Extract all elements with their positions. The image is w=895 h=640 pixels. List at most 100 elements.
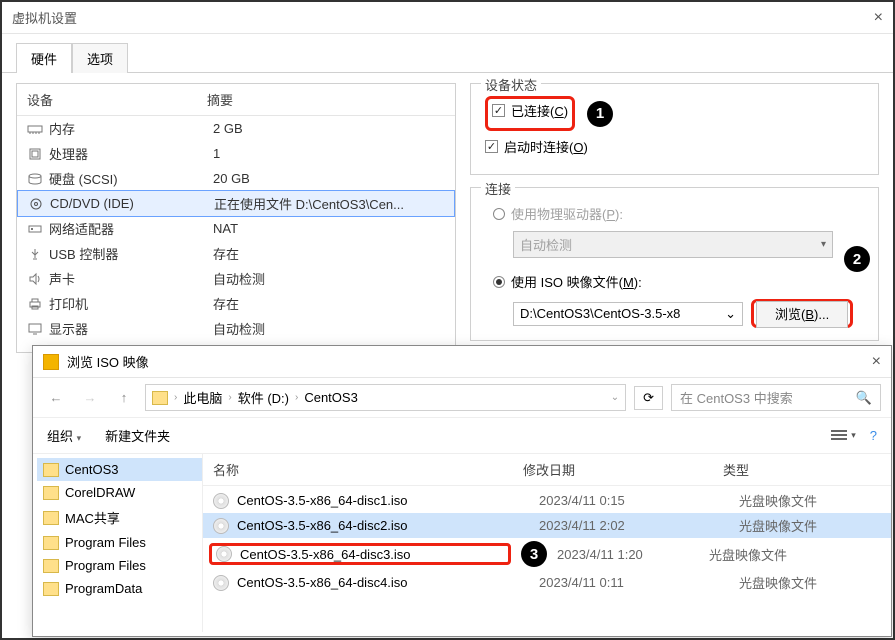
chevron-down-icon[interactable]: ⌄ <box>611 392 619 403</box>
file-name: CentOS-3.5-x86_64-disc4.iso <box>237 575 539 590</box>
folder-icon <box>43 463 59 477</box>
folder-icon <box>43 536 59 550</box>
connected-checkbox[interactable]: ✓ <box>492 104 505 117</box>
browse-button[interactable]: 浏览(B)... <box>756 301 848 328</box>
file-type: 光盘映像文件 <box>709 545 881 564</box>
chevron-down-icon: ▾ <box>821 239 826 250</box>
hardware-list-panel: 设备 摘要 内存 2 GB 处理器 1 硬盘 (SCSI) 20 GB CD/D… <box>16 83 456 353</box>
use-iso-radio[interactable] <box>493 276 505 288</box>
tree-item[interactable]: ProgramData <box>37 577 202 600</box>
iso-path-input[interactable]: D:\CentOS3\CentOS-3.5-x8 ⌄ <box>513 302 743 326</box>
disc-icon <box>213 493 229 509</box>
help-icon[interactable]: ? <box>870 428 877 443</box>
cd-icon <box>28 197 44 211</box>
hardware-row-memory[interactable]: 内存 2 GB <box>17 116 455 141</box>
file-row[interactable]: CentOS-3.5-x86_64-disc2.iso 2023/4/11 2:… <box>203 513 891 538</box>
file-dialog-title: 浏览 ISO 映像 <box>67 352 149 371</box>
nav-up-icon[interactable]: ↑ <box>111 385 137 411</box>
crumb-computer[interactable]: 此电脑 <box>183 388 222 407</box>
hardware-row-cddvd[interactable]: CD/DVD (IDE) 正在使用文件 D:\CentOS3\Cen... <box>17 190 455 217</box>
crumb-folder[interactable]: CentOS3 <box>304 390 357 405</box>
file-dialog-close-icon[interactable]: × <box>872 353 881 371</box>
use-physical-radio-row[interactable]: 使用物理驱动器(P): <box>493 204 864 223</box>
tab-hardware[interactable]: 硬件 <box>16 43 72 73</box>
tree-item[interactable]: MAC共享 <box>37 504 202 531</box>
file-dialog-nav: ← → ↑ › 此电脑 › 软件 (D:) › CentOS3 ⌄ ⟳ 在 Ce… <box>33 378 891 418</box>
tree-item[interactable]: Program Files <box>37 531 202 554</box>
disc-icon <box>216 546 232 562</box>
content: 设备 摘要 内存 2 GB 处理器 1 硬盘 (SCSI) 20 GB CD/D… <box>2 73 893 363</box>
tree-label: MAC共享 <box>65 508 120 527</box>
tree-label: CorelDRAW <box>65 485 135 500</box>
iso-row: D:\CentOS3\CentOS-3.5-x8 ⌄ 浏览(B)... <box>513 299 864 328</box>
tree-label: Program Files <box>65 558 146 573</box>
col-name-header[interactable]: 名称 <box>213 460 523 479</box>
header-device: 设备 <box>17 84 197 115</box>
chevron-down-icon[interactable]: ⌄ <box>725 306 736 322</box>
file-row[interactable]: CentOS-3.5-x86_64-disc3.iso 3 2023/4/11 … <box>203 538 891 570</box>
tree-item[interactable]: CentOS3 <box>37 458 202 481</box>
memory-icon <box>27 122 43 136</box>
hardware-row-disk[interactable]: 硬盘 (SCSI) 20 GB <box>17 166 455 191</box>
search-input[interactable]: 在 CentOS3 中搜索 🔍 <box>671 384 881 411</box>
sound-icon <box>27 272 43 286</box>
cpu-icon <box>27 147 43 161</box>
hardware-row-display[interactable]: 显示器 自动检测 <box>17 316 455 341</box>
col-date-header[interactable]: 修改日期 <box>523 460 723 479</box>
row-summary: NAT <box>213 221 445 236</box>
hardware-row-cpu[interactable]: 处理器 1 <box>17 141 455 166</box>
row-name: 打印机 <box>49 294 213 313</box>
connected-label: 已连接(C) <box>511 101 568 120</box>
col-type-header[interactable]: 类型 <box>723 460 881 479</box>
hardware-row-network[interactable]: 网络适配器 NAT <box>17 216 455 241</box>
row-name: 显示器 <box>49 319 213 338</box>
file-name: CentOS-3.5-x86_64-disc2.iso <box>237 518 539 533</box>
view-mode-button[interactable]: ▾ <box>831 430 856 442</box>
hardware-list-header: 设备 摘要 <box>17 84 455 116</box>
settings-title: 虚拟机设置 <box>12 8 77 27</box>
search-icon: 🔍 <box>856 390 872 406</box>
file-row[interactable]: CentOS-3.5-x86_64-disc4.iso 2023/4/11 0:… <box>203 570 891 595</box>
hardware-row-sound[interactable]: 声卡 自动检测 <box>17 266 455 291</box>
annotation-badge-3: 3 <box>521 541 547 567</box>
row-summary: 2 GB <box>213 121 445 136</box>
folder-icon <box>43 486 59 500</box>
refresh-icon[interactable]: ⟳ <box>634 386 663 410</box>
file-dialog-toolbar: 组织 ▾ 新建文件夹 ▾ ? <box>33 418 891 454</box>
hardware-row-usb[interactable]: USB 控制器 存在 <box>17 241 455 266</box>
device-status-group: 设备状态 ✓ 已连接(C) 1 ✓ 启动时连接(O) <box>470 83 879 175</box>
connect-poweron-row[interactable]: ✓ 启动时连接(O) <box>485 137 864 156</box>
breadcrumb[interactable]: › 此电脑 › 软件 (D:) › CentOS3 ⌄ <box>145 384 626 411</box>
row-name: USB 控制器 <box>49 244 213 263</box>
new-folder-button[interactable]: 新建文件夹 <box>105 426 170 445</box>
file-type: 光盘映像文件 <box>739 491 881 510</box>
search-placeholder: 在 CentOS3 中搜索 <box>680 388 793 407</box>
tree-item[interactable]: Program Files <box>37 554 202 577</box>
hardware-row-printer[interactable]: 打印机 存在 <box>17 291 455 316</box>
file-type: 光盘映像文件 <box>739 516 881 535</box>
row-summary: 20 GB <box>213 171 445 186</box>
folder-icon <box>43 559 59 573</box>
row-name: CD/DVD (IDE) <box>50 196 214 211</box>
use-iso-radio-row[interactable]: 使用 ISO 映像文件(M): <box>493 272 864 291</box>
nav-forward-icon[interactable]: → <box>77 385 103 411</box>
organize-menu[interactable]: 组织 ▾ <box>47 426 81 445</box>
row-summary: 自动检测 <box>213 319 445 338</box>
file-row[interactable]: CentOS-3.5-x86_64-disc1.iso 2023/4/11 0:… <box>203 488 891 513</box>
folder-icon <box>43 354 59 370</box>
file-dialog: 浏览 ISO 映像 × ← → ↑ › 此电脑 › 软件 (D:) › Cent… <box>32 345 892 637</box>
nav-back-icon[interactable]: ← <box>43 385 69 411</box>
folder-icon <box>43 582 59 596</box>
file-name: CentOS-3.5-x86_64-disc3.iso <box>240 547 411 562</box>
header-summary: 摘要 <box>197 84 455 115</box>
file-date: 2023/4/11 0:15 <box>539 493 739 508</box>
connected-checkbox-row[interactable]: ✓ 已连接(C) <box>492 101 568 120</box>
connect-poweron-checkbox[interactable]: ✓ <box>485 140 498 153</box>
settings-close-icon[interactable]: × <box>874 9 883 27</box>
chevron-right-icon: › <box>295 392 298 403</box>
use-physical-radio[interactable] <box>493 208 505 220</box>
tab-options[interactable]: 选项 <box>72 43 128 73</box>
tree-item[interactable]: CorelDRAW <box>37 481 202 504</box>
settings-titlebar: 虚拟机设置 × <box>2 2 893 34</box>
crumb-drive[interactable]: 软件 (D:) <box>238 388 289 407</box>
